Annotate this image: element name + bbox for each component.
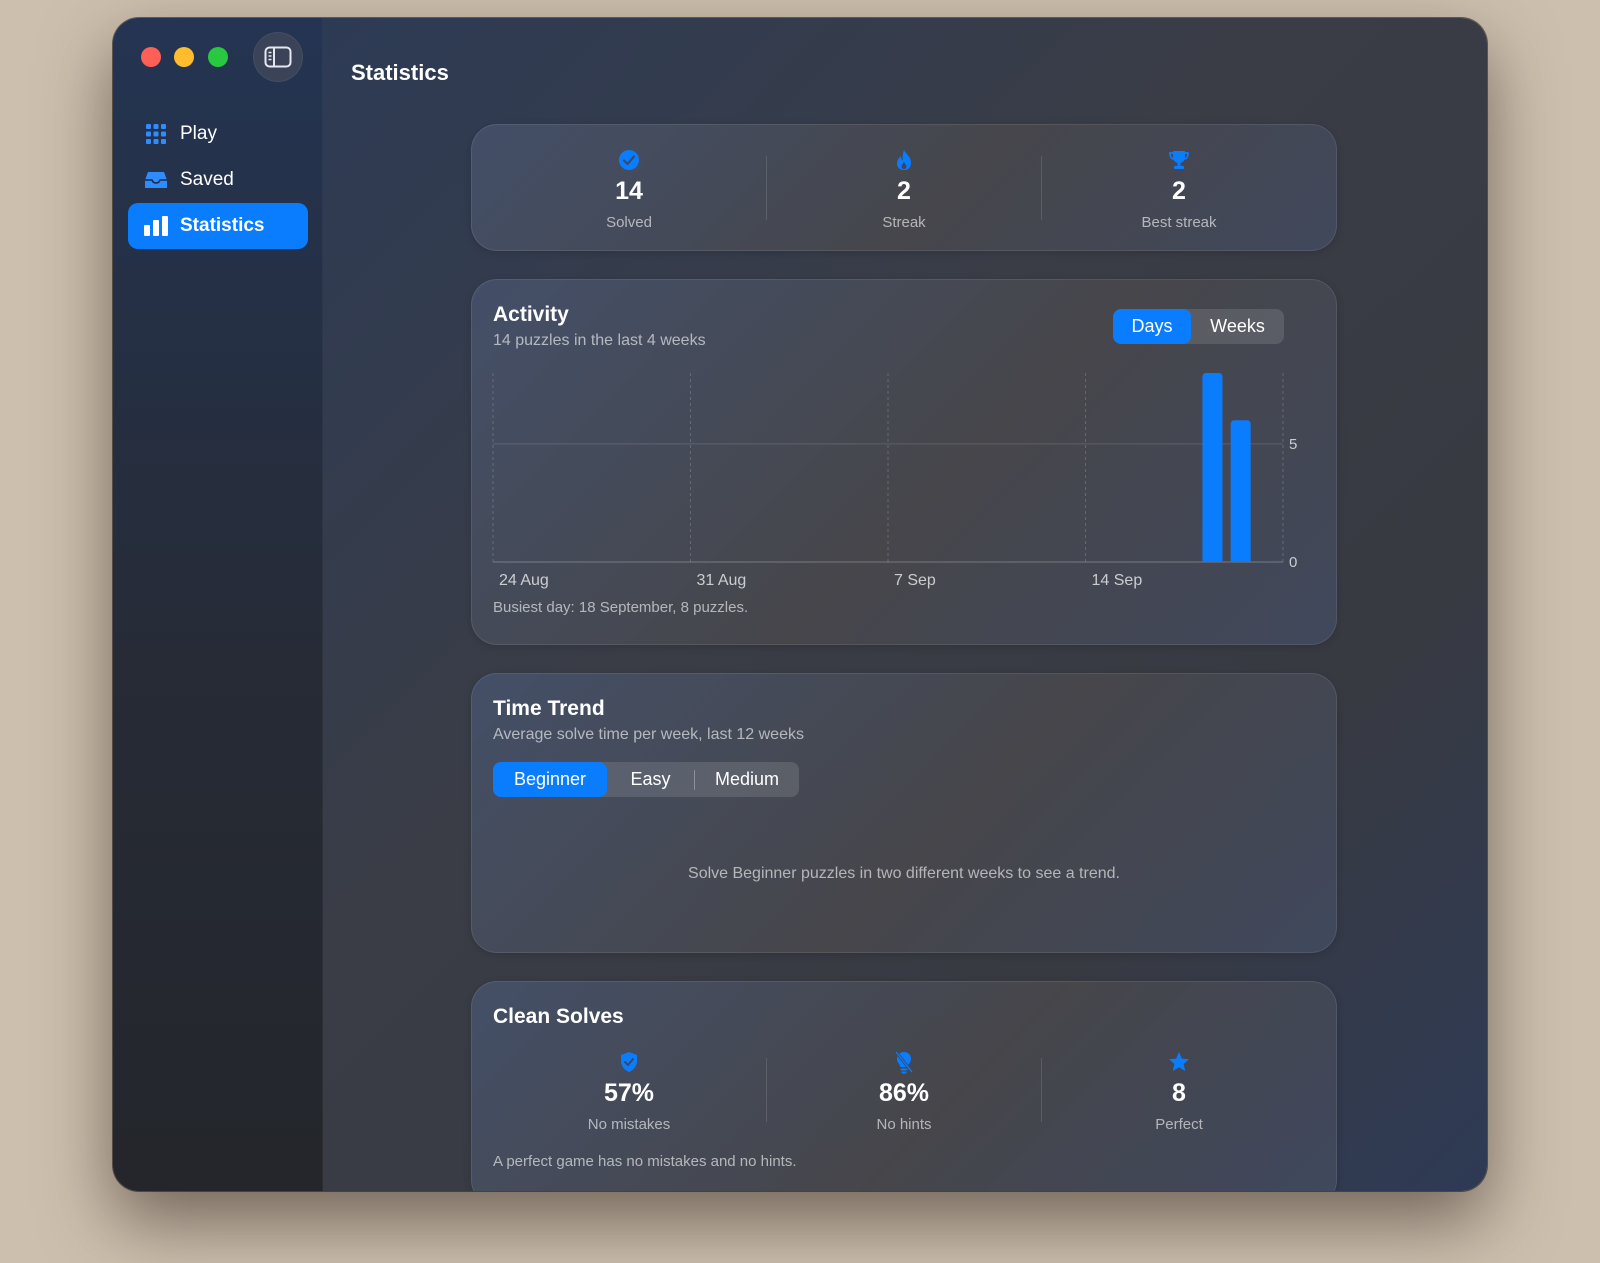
y-tick-label: 5: [1289, 436, 1297, 453]
solved-stat: 14 Solved: [492, 149, 766, 231]
activity-footnote: Busiest day: 18 September, 8 puzzles.: [493, 599, 749, 616]
solved-value: 14: [615, 177, 643, 205]
clean-solves-footnote: A perfect game has no mistakes and no hi…: [493, 1153, 797, 1170]
best-streak-stat: 2 Best streak: [1042, 149, 1316, 231]
clean-solves-title: Clean Solves: [493, 1005, 624, 1028]
time-trend-subtitle: Average solve time per week, last 12 wee…: [493, 726, 804, 743]
activity-card: Activity 14 puzzles in the last 4 weeks …: [471, 279, 1337, 645]
activity-bar: [1230, 420, 1251, 562]
best-streak-value: 2: [1172, 177, 1186, 205]
perfect-label: Perfect: [1155, 1116, 1203, 1133]
segment-medium[interactable]: Medium: [695, 762, 799, 797]
summary-card: 14 Solved 2 Streak 2 Best streak: [471, 124, 1337, 251]
x-tick-label: 24 Aug: [499, 572, 549, 589]
sidebar-toggle-button[interactable]: [253, 32, 303, 82]
segment-beginner[interactable]: Beginner: [493, 762, 607, 797]
flame-icon: [767, 149, 1041, 171]
no-mistakes-value: 57%: [603, 1079, 655, 1107]
star-icon: [1042, 1051, 1316, 1073]
sidebar-item-statistics[interactable]: Statistics: [128, 203, 308, 249]
best-streak-label: Best streak: [1141, 214, 1217, 231]
sidebar-item-play[interactable]: Play: [128, 111, 308, 157]
streak-label: Streak: [882, 214, 926, 231]
no-hints-label: No hints: [876, 1116, 932, 1133]
sidebar-item-label: Play: [180, 123, 217, 144]
sidebar-item-label: Saved: [180, 169, 234, 190]
time-trend-title: Time Trend: [493, 697, 605, 720]
y-tick-label: 0: [1289, 554, 1297, 571]
trophy-icon: [1042, 149, 1316, 171]
no-mistakes-label: No mistakes: [587, 1116, 671, 1133]
no-hints-value: 86%: [878, 1079, 930, 1107]
checkmark-seal-icon: [492, 149, 766, 171]
x-tick-label: 7 Sep: [894, 572, 936, 589]
x-tick-label: 14 Sep: [1092, 572, 1143, 589]
clean-solves-card: Clean Solves 57% No mistakes 86% No hint…: [471, 981, 1337, 1191]
x-tick-label: 31 Aug: [697, 572, 747, 589]
perfect-stat: 8 Perfect: [1042, 1051, 1316, 1133]
grid-icon: [144, 122, 168, 146]
tray-icon: [144, 168, 168, 192]
difficulty-segmented-control: Beginner Easy Medium: [493, 762, 799, 797]
zoom-button[interactable]: [208, 47, 228, 67]
activity-bar: [1202, 373, 1223, 562]
no-hints-stat: 86% No hints: [767, 1051, 1041, 1133]
segment-easy[interactable]: Easy: [607, 762, 694, 797]
minimize-button[interactable]: [174, 47, 194, 67]
sidebar-item-label: Statistics: [180, 215, 265, 236]
app-window: Play Saved Statistics Statistics 14 Solv…: [113, 18, 1487, 1191]
page-title: Statistics: [351, 60, 449, 85]
streak-value: 2: [897, 177, 911, 205]
close-button[interactable]: [141, 47, 161, 67]
perfect-value: 8: [1172, 1079, 1186, 1107]
sidebar-left-icon: [264, 46, 292, 68]
time-trend-card: Time Trend Average solve time per week, …: [471, 673, 1337, 953]
sidebar: Play Saved Statistics: [113, 18, 323, 1191]
streak-stat: 2 Streak: [767, 149, 1041, 231]
chart-bar-icon: [144, 214, 168, 238]
activity-chart: 24 Aug 31 Aug 7 Sep 14 Sep 0 5: [492, 373, 1297, 589]
trend-empty-message: Solve Beginner puzzles in two different …: [688, 865, 1120, 882]
shield-check-icon: [492, 1051, 766, 1073]
sidebar-nav: Play Saved Statistics: [128, 111, 308, 249]
lightbulb-slash-icon: [767, 1051, 1041, 1074]
sidebar-item-saved[interactable]: Saved: [128, 157, 308, 203]
solved-label: Solved: [606, 214, 652, 231]
no-mistakes-stat: 57% No mistakes: [492, 1051, 766, 1133]
